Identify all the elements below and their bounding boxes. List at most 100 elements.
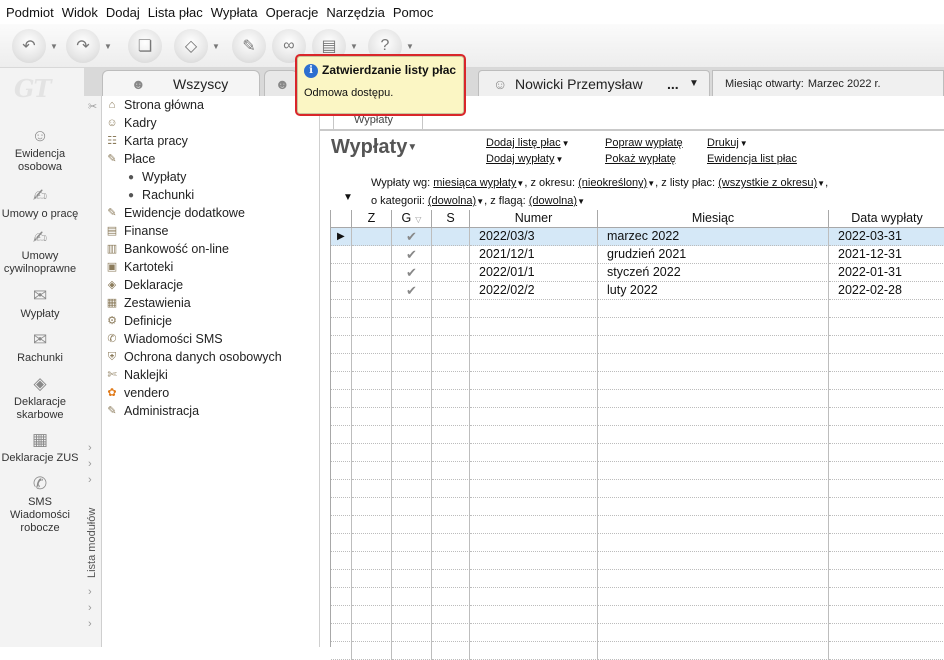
nav-item-place[interactable]: ✎ Płace (104, 150, 155, 168)
zus-icon: ▦ (31, 430, 49, 449)
print-link[interactable]: Drukuj▼ (707, 137, 748, 149)
filter-icon[interactable]: ▽ (415, 215, 421, 224)
chevron-down-icon[interactable]: ▼ (817, 179, 825, 188)
chevron-right-icon[interactable]: › (88, 602, 92, 614)
menu-dodaj[interactable]: Dodaj (104, 5, 146, 20)
column-z[interactable]: Z (352, 210, 392, 228)
eraser-dropdown-icon[interactable]: ▼ (212, 42, 220, 51)
back-icon[interactable]: ↶ (12, 29, 46, 63)
fix-payout-link[interactable]: Popraw wypłatę (605, 137, 683, 149)
cell-miesiac (598, 426, 829, 444)
payroll-register-link[interactable]: Ewidencja list płac (707, 153, 797, 165)
chevron-right-icon[interactable]: › (88, 586, 92, 598)
cell-data (829, 426, 944, 444)
collapse-icon[interactable]: ✂ (88, 100, 97, 113)
module-umowy-o-prace[interactable]: ✍ Umowy o pracę (0, 186, 80, 221)
nav-item-bankowosc[interactable]: ▥ Bankowość on-line (104, 240, 229, 258)
nav-item-definicje[interactable]: ⚙ Definicje (104, 312, 172, 330)
column-numer[interactable]: Numer (470, 210, 598, 228)
menu-narzedzia[interactable]: Narzędzia (324, 5, 391, 20)
module-deklaracje-skarbowe[interactable]: ◈ Deklaracje skarbowe (0, 374, 80, 422)
chevron-right-icon[interactable]: › (88, 442, 92, 454)
chevron-down-icon[interactable]: ▼ (476, 197, 484, 206)
menu-operacje[interactable]: Operacje (264, 5, 325, 20)
menu-lista-plac[interactable]: Lista płac (146, 5, 209, 20)
nav-item-kartoteki[interactable]: ▣ Kartoteki (104, 258, 174, 276)
nav-item-wiadomosci-sms[interactable]: ✆ Wiadomości SMS (104, 330, 222, 348)
filter-by-value[interactable]: miesiąca wypłaty (433, 177, 516, 189)
module-deklaracje-zus[interactable]: ▦ Deklaracje ZUS (0, 430, 80, 465)
menu-wyplata[interactable]: Wypłata (209, 5, 264, 20)
chevron-down-icon[interactable]: ▼ (577, 197, 585, 206)
bank-icon: ▥ (106, 243, 118, 255)
module-wyplaty[interactable]: ✉ Wypłaty (0, 286, 80, 321)
column-miesiac[interactable]: Miesiąc (598, 210, 829, 228)
module-umowy-cywilnoprawne[interactable]: ✍ Umowy cywilnoprawne (0, 228, 80, 276)
cell-miesiac: grudzień 2021 (598, 246, 829, 264)
add-payout-link[interactable]: Dodaj wypłaty▼ (486, 153, 563, 165)
column-g[interactable]: G ▽ (392, 210, 432, 228)
nav-item-karta-pracy[interactable]: ☷ Karta pracy (104, 132, 188, 150)
filter-flag-value[interactable]: (dowolna) (529, 195, 577, 207)
expand-filters-icon[interactable]: ▼ (343, 192, 353, 203)
module-sms[interactable]: ✆ SMS Wiadomości robocze (0, 474, 80, 535)
chevron-down-icon[interactable]: ▼ (689, 78, 699, 89)
eraser-icon[interactable]: ◇ (174, 29, 208, 63)
filter-period-value[interactable]: (nieokreślony) (578, 177, 647, 189)
tab-label: Wszyscy (173, 75, 229, 92)
module-rachunki[interactable]: ✉ Rachunki (0, 330, 80, 365)
nav-subitem-rachunki[interactable]: ● Rachunki (128, 186, 194, 204)
nav-item-administracja[interactable]: ✎ Administracja (104, 402, 199, 420)
page-title[interactable]: Wypłaty▼ (331, 136, 417, 159)
menu-podmiot[interactable]: Podmiot (4, 5, 60, 20)
module-ewidencja-osobowa[interactable]: ☺ Ewidencja osobowa (0, 126, 80, 174)
forward-dropdown-icon[interactable]: ▼ (104, 42, 112, 51)
filter-category-value[interactable]: (dowolna) (428, 195, 476, 207)
chevron-right-icon[interactable]: › (88, 474, 92, 486)
nav-item-zestawienia[interactable]: ▦ Zestawienia (104, 294, 191, 312)
cell-g (392, 300, 432, 318)
nav-item-ochrona-danych[interactable]: ⛨ Ochrona danych osobowych (104, 348, 282, 366)
module-label: Deklaracje skarbowe (14, 396, 66, 421)
forward-icon[interactable]: ↷ (66, 29, 100, 63)
cell-miesiac (598, 552, 829, 570)
show-payout-link[interactable]: Pokaż wypłatę (605, 153, 676, 165)
cell-miesiac (598, 462, 829, 480)
tab-second[interactable]: ☻ (264, 70, 298, 96)
info-icon: i (304, 64, 318, 78)
chevron-right-icon[interactable]: › (88, 458, 92, 470)
module-label: Rachunki (17, 352, 63, 364)
filter-list-value[interactable]: (wszystkie z okresu) (718, 177, 817, 189)
menu-widok[interactable]: Widok (60, 5, 104, 20)
cell-numer (470, 444, 598, 462)
column-s[interactable]: S (432, 210, 470, 228)
chevron-right-icon[interactable]: › (88, 618, 92, 630)
tab-wszyscy[interactable]: ☻ Wszyscy (102, 70, 260, 96)
chevron-down-icon[interactable]: ▼ (647, 179, 655, 188)
row-indicator-cell (331, 588, 352, 606)
print-dropdown-icon[interactable]: ▼ (350, 42, 358, 51)
nav-item-vendero[interactable]: ✿ vendero (104, 384, 169, 402)
filter-value: (wszystkie z okresu) (718, 177, 818, 189)
add-list-link[interactable]: Dodaj listę płac▼ (486, 137, 570, 149)
menu-pomoc[interactable]: Pomoc (391, 5, 439, 20)
tab-employee[interactable]: ☺ Nowicki Przemysław ... ▼ (478, 70, 710, 96)
column-indicator (331, 210, 352, 228)
nav-item-strona-glowna[interactable]: ⌂ Strona główna (104, 96, 204, 114)
cell-data (829, 372, 944, 390)
help-dropdown-icon[interactable]: ▼ (406, 42, 414, 51)
module-list-label[interactable]: Lista modułów (86, 508, 98, 578)
more-label[interactable]: ... (667, 76, 679, 92)
tools-icon[interactable]: ✎ (232, 29, 266, 63)
back-dropdown-icon[interactable]: ▼ (50, 42, 58, 51)
nav-subitem-wyplaty[interactable]: ● Wypłaty (128, 168, 186, 186)
nav-item-kadry[interactable]: ☺ Kadry (104, 114, 156, 132)
nav-item-naklejki[interactable]: ✄ Naklejki (104, 366, 167, 384)
nav-item-ewidencje-dodatkowe[interactable]: ✎ Ewidencje dodatkowe (104, 204, 245, 222)
nav-item-deklaracje[interactable]: ◈ Deklaracje (104, 276, 183, 294)
pages-icon[interactable]: ❏ (128, 29, 162, 63)
nav-item-finanse[interactable]: ▤ Finanse (104, 222, 169, 240)
cell-miesiac (598, 642, 829, 660)
column-data-wyplaty[interactable]: Data wypłaty (829, 210, 944, 228)
notification-popup[interactable]: i Zatwierdzanie listy płac Odmowa dostęp… (295, 54, 466, 116)
